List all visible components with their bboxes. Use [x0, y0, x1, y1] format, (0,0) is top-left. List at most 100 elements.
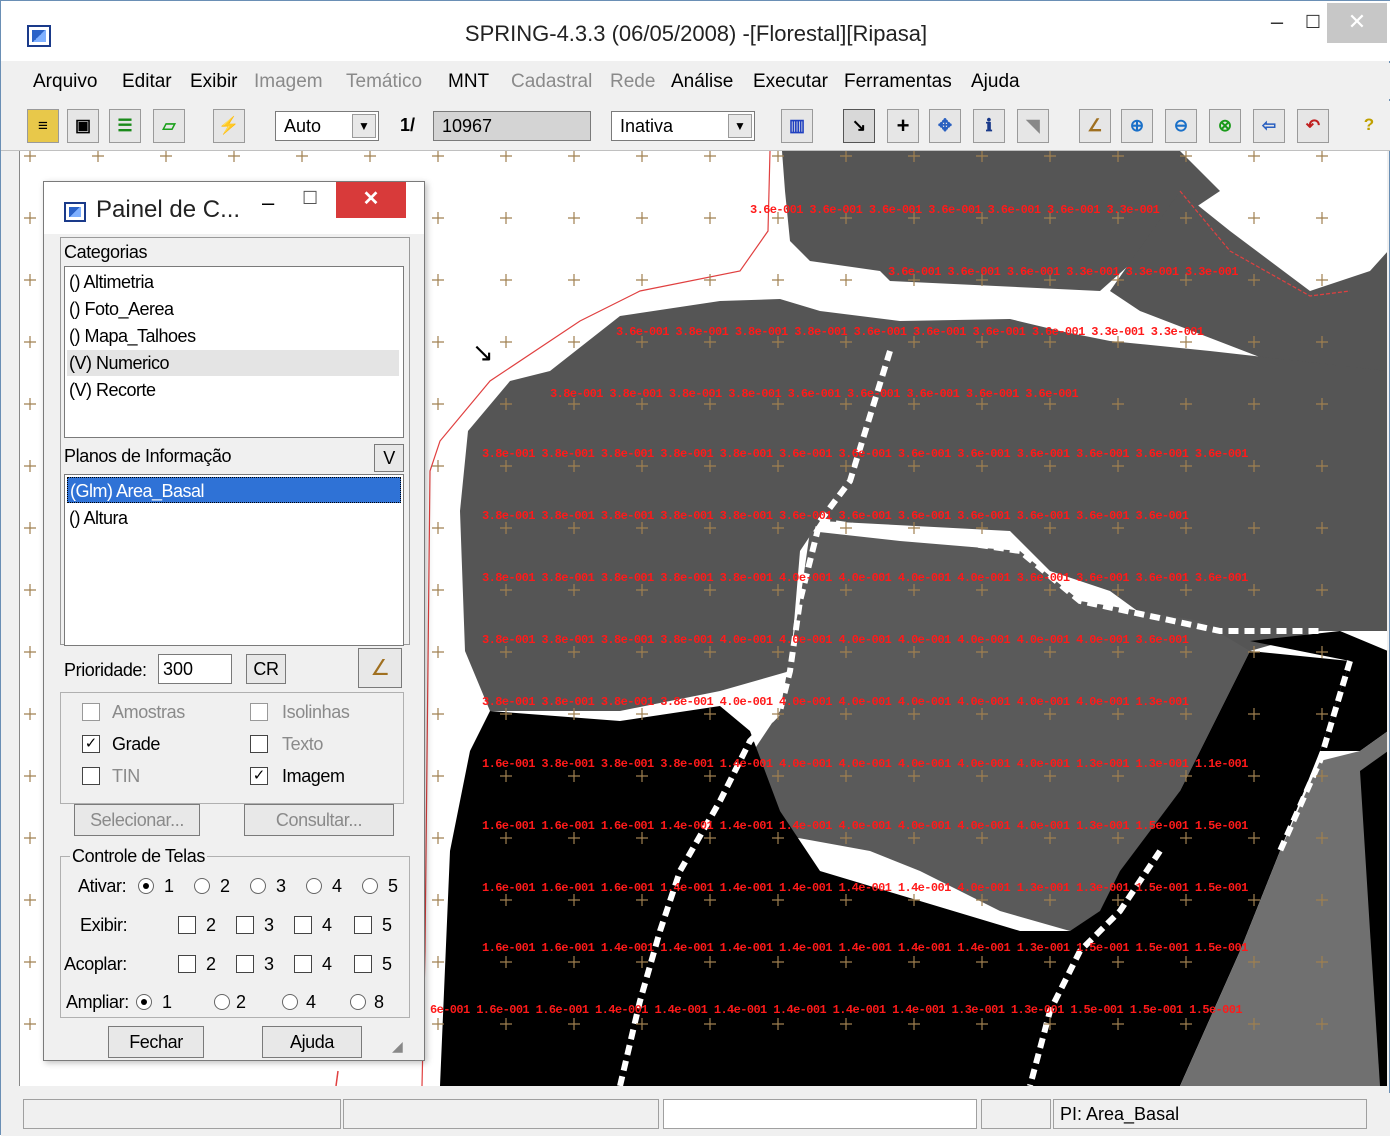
list-item[interactable]: (V) Numerico	[67, 350, 399, 376]
ampliar-radio-2[interactable]	[214, 994, 230, 1010]
imagem-label: Imagem	[282, 766, 345, 786]
ativar-num: 1	[164, 876, 174, 896]
menu-rede[interactable]: Rede	[610, 71, 655, 93]
resize-grip-icon[interactable]: ◢	[392, 1038, 403, 1055]
panel-app-icon[interactable]	[64, 202, 86, 222]
menu-editar[interactable]: Editar	[122, 71, 172, 93]
texto-checkbox[interactable]	[250, 735, 268, 753]
pan-icon[interactable]: ✥	[929, 109, 961, 143]
cursor-state-combo[interactable]: Inativa ▼	[611, 111, 755, 141]
back-arrow-icon[interactable]: ⇦	[1253, 109, 1285, 143]
menu-tematico[interactable]: Temático	[346, 71, 422, 93]
scale-field[interactable]: 10967	[433, 111, 591, 141]
panel-maximize-button[interactable]: ☐	[302, 188, 318, 209]
ampliar-radio-4[interactable]	[282, 994, 298, 1010]
prioridade-field[interactable]: 300	[158, 654, 232, 684]
ativar-radio-4[interactable]	[306, 878, 322, 894]
menu-arquivo[interactable]: Arquivo	[33, 71, 97, 93]
cr-button[interactable]: CR	[246, 654, 286, 684]
acoplar-checkbox-3[interactable]	[236, 955, 254, 973]
list-item[interactable]: () Altura	[69, 505, 128, 531]
planos-list[interactable]: (Glm) Area_Basal () Altura	[64, 474, 404, 646]
amostras-checkbox[interactable]	[82, 703, 100, 721]
selecionar-button[interactable]: Selecionar...	[74, 804, 200, 836]
chevron-down-icon[interactable]: ▼	[728, 114, 752, 138]
grid-value-row: 3.8e-001 3.8e-001 3.8e-001 3.8e-001 3.8e…	[482, 447, 1248, 461]
acoplar-checkbox-5[interactable]	[354, 955, 372, 973]
ampliar-radio-8[interactable]	[350, 994, 366, 1010]
menu-ajuda[interactable]: Ajuda	[971, 71, 1020, 93]
panel-title-bar: Painel de C... – ☐ ✕	[44, 182, 424, 234]
list-item[interactable]: () Mapa_Talhoes	[69, 323, 196, 349]
draw-icon[interactable]: ⚡	[213, 109, 245, 143]
tin-checkbox[interactable]	[82, 767, 100, 785]
isolinhas-checkbox[interactable]	[250, 703, 268, 721]
grid-cross	[24, 336, 36, 348]
exibir-num: 5	[382, 915, 392, 935]
ajuda-button[interactable]: Ajuda	[262, 1026, 362, 1058]
menu-mnt[interactable]: MNT	[448, 71, 489, 93]
window-title: SPRING-4.3.3 (06/05/2008) -[Florestal][R…	[464, 21, 928, 46]
menu-imagem[interactable]: Imagem	[254, 71, 323, 93]
exibir-checkbox-4[interactable]	[294, 916, 312, 934]
ativar-radio-2[interactable]	[194, 878, 210, 894]
database-icon[interactable]: ≡	[27, 109, 59, 143]
ativar-radio-1[interactable]	[138, 878, 154, 894]
planos-visibility-button[interactable]: V	[374, 444, 404, 472]
edit-icon[interactable]: ∠	[1079, 109, 1111, 143]
panel-close-button[interactable]: ✕	[336, 182, 406, 218]
draw-mode-value: Auto	[284, 116, 322, 136]
menu-executar[interactable]: Executar	[753, 71, 828, 93]
plane-icon[interactable]: ▱	[153, 109, 185, 143]
crosshair-icon[interactable]: +	[887, 109, 919, 143]
grid-value-row: 3.8e-001 3.8e-001 3.8e-001 3.8e-001 3.6e…	[550, 387, 1079, 401]
imagem-checkbox[interactable]: ✓	[250, 767, 268, 785]
menu-exibir[interactable]: Exibir	[190, 71, 238, 93]
close-button[interactable]: ✕	[1327, 3, 1387, 43]
grid-cross	[1248, 151, 1260, 162]
menu-cadastral[interactable]: Cadastral	[511, 71, 592, 93]
categories-list[interactable]: () Altimetria () Foto_Aerea () Mapa_Talh…	[64, 266, 404, 438]
cursor-info-icon[interactable]: ◥	[1017, 109, 1049, 143]
fechar-button[interactable]: Fechar	[108, 1026, 204, 1058]
zoom-out-icon[interactable]: ⊖	[1165, 109, 1197, 143]
status-cell-3	[663, 1099, 977, 1129]
list-item[interactable]: () Foto_Aerea	[69, 296, 174, 322]
help-icon[interactable]: ?	[1353, 109, 1385, 143]
color-edit-icon[interactable]: ∠	[358, 648, 402, 688]
menu-ferramentas[interactable]: Ferramentas	[844, 71, 952, 93]
acoplar-checkbox-4[interactable]	[294, 955, 312, 973]
pointer-icon[interactable]: ↘	[843, 109, 875, 143]
zoom-in-icon[interactable]: ⊕	[1121, 109, 1153, 143]
grade-checkbox[interactable]: ✓	[82, 735, 100, 753]
exibir-checkbox-2[interactable]	[178, 916, 196, 934]
grid-cross	[24, 832, 36, 844]
acoplar-checkbox-2[interactable]	[178, 955, 196, 973]
ampliar-radio-1[interactable]	[136, 994, 152, 1010]
consultar-button[interactable]: Consultar...	[244, 804, 394, 836]
exibir-checkbox-3[interactable]	[236, 916, 254, 934]
draw-mode-combo[interactable]: Auto ▼	[275, 111, 379, 141]
title-bar: SPRING-4.3.3 (06/05/2008) -[Florestal][R…	[1, 1, 1390, 61]
list-item-selected[interactable]: (Glm) Area_Basal	[67, 477, 401, 503]
grid-cross	[228, 151, 240, 162]
list-item[interactable]: (V) Recorte	[69, 377, 156, 403]
menu-analise[interactable]: Análise	[671, 71, 733, 93]
zoom-area-icon[interactable]: ⊗	[1209, 109, 1241, 143]
undo-icon[interactable]: ↶	[1297, 109, 1329, 143]
exibir-checkbox-5[interactable]	[354, 916, 372, 934]
info-icon[interactable]: ℹ	[973, 109, 1005, 143]
project-icon[interactable]: ▣	[67, 109, 99, 143]
grid-cross	[500, 274, 512, 286]
panel-minimize-button[interactable]: –	[262, 190, 274, 216]
layers-icon[interactable]: ☰	[109, 109, 141, 143]
ativar-radio-3[interactable]	[250, 878, 266, 894]
ampliar-num: 1	[162, 992, 172, 1012]
palette-icon[interactable]: ▥	[781, 109, 813, 143]
grid-cross	[432, 522, 444, 534]
chevron-down-icon[interactable]: ▼	[352, 114, 376, 138]
grid-cross	[24, 894, 36, 906]
grid-cross	[432, 584, 444, 596]
ativar-radio-5[interactable]	[362, 878, 378, 894]
list-item[interactable]: () Altimetria	[69, 269, 154, 295]
